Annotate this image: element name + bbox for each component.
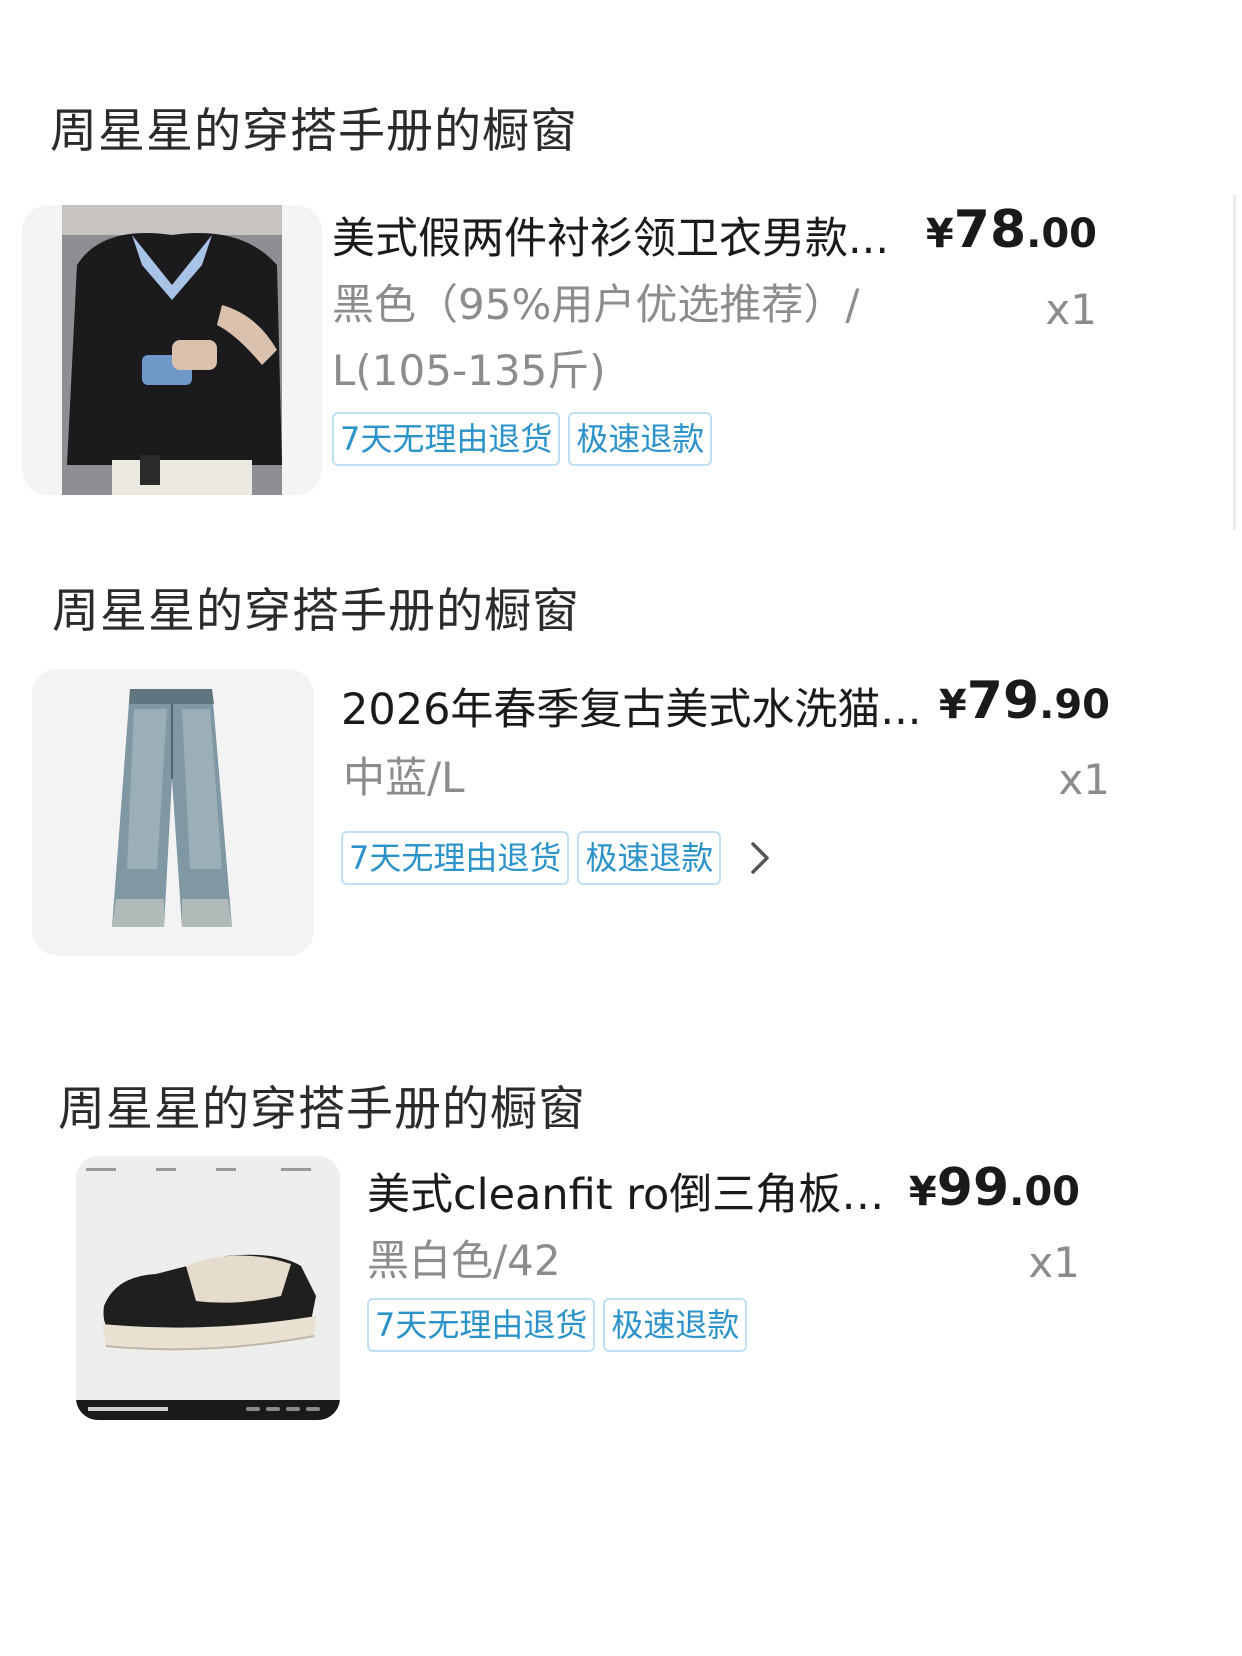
service-tags: 7天无理由退货 极速退款 bbox=[332, 412, 713, 466]
store-title[interactable]: 周星星的穿搭手册的橱窗 bbox=[58, 1070, 586, 1139]
price-decimal: .00 bbox=[1026, 211, 1097, 257]
fast-refund-tag: 极速退款 bbox=[577, 831, 722, 885]
sku-line: 中蓝/L bbox=[343, 753, 465, 802]
product-name[interactable]: 美式假两件衬衫领卫衣男款... bbox=[332, 204, 912, 266]
sku-line: 黑色（95%用户优选推荐）/ bbox=[332, 280, 860, 329]
product-image[interactable] bbox=[76, 1156, 340, 1420]
chevron-right-icon[interactable] bbox=[745, 838, 775, 878]
black-hoodie-with-shirt-collar-photo bbox=[22, 205, 322, 495]
price-integer: 78 bbox=[953, 200, 1027, 260]
return-policy-tag: 7天无理由退货 bbox=[367, 1298, 596, 1352]
black-white-sneaker-photo bbox=[76, 1156, 340, 1420]
store-title[interactable]: 周星星的穿搭手册的橱窗 bbox=[52, 572, 580, 641]
sku-spec: 中蓝/L bbox=[343, 745, 465, 811]
price-currency: ¥ bbox=[938, 682, 967, 728]
quantity: x1 bbox=[1045, 285, 1097, 334]
price-decimal: .90 bbox=[1039, 682, 1110, 728]
return-policy-tag: 7天无理由退货 bbox=[332, 412, 561, 466]
fast-refund-tag: 极速退款 bbox=[568, 412, 713, 466]
price-decimal: .00 bbox=[1009, 1169, 1080, 1215]
washed-blue-jeans-photo bbox=[32, 669, 314, 956]
price-currency: ¥ bbox=[925, 211, 954, 257]
order-item[interactable]: 美式cleanfit ro倒三角板鞋... ¥99.00 黑白色/42 x1 7… bbox=[0, 1150, 1242, 1440]
price-integer: 99 bbox=[936, 1158, 1010, 1218]
product-image[interactable] bbox=[32, 669, 314, 956]
product-name[interactable]: 美式cleanfit ro倒三角板鞋... bbox=[367, 1160, 907, 1222]
sku-line: 黑白色/42 bbox=[367, 1236, 561, 1285]
product-image[interactable] bbox=[22, 205, 322, 495]
order-item[interactable]: 美式假两件衬衫领卫衣男款... ¥78.00 黑色（95%用户优选推荐）/ L(… bbox=[0, 190, 1242, 510]
quantity: x1 bbox=[1058, 755, 1110, 804]
service-tags: 7天无理由退货 极速退款 bbox=[367, 1298, 748, 1352]
sku-spec: 黑色（95%用户优选推荐）/ L(105-135斤) bbox=[332, 272, 932, 404]
product-price: ¥78.00 bbox=[926, 200, 1097, 260]
price-currency: ¥ bbox=[908, 1169, 937, 1215]
service-tags: 7天无理由退货 极速退款 bbox=[341, 831, 775, 885]
return-policy-tag: 7天无理由退货 bbox=[341, 831, 570, 885]
sku-spec: 黑白色/42 bbox=[367, 1228, 561, 1294]
order-item[interactable]: 2026年春季复古美式水洗猫... ¥79.90 中蓝/L x1 7天无理由退货… bbox=[0, 665, 1242, 965]
product-price: ¥79.90 bbox=[939, 671, 1110, 731]
quantity: x1 bbox=[1028, 1238, 1080, 1287]
product-name[interactable]: 2026年春季复古美式水洗猫... bbox=[341, 675, 941, 737]
price-integer: 79 bbox=[966, 671, 1040, 731]
product-price: ¥99.00 bbox=[909, 1158, 1080, 1218]
sku-line: L(105-135斤) bbox=[332, 346, 606, 395]
scrollbar[interactable] bbox=[1233, 195, 1236, 530]
store-title[interactable]: 周星星的穿搭手册的橱窗 bbox=[50, 92, 578, 161]
fast-refund-tag: 极速退款 bbox=[603, 1298, 748, 1352]
